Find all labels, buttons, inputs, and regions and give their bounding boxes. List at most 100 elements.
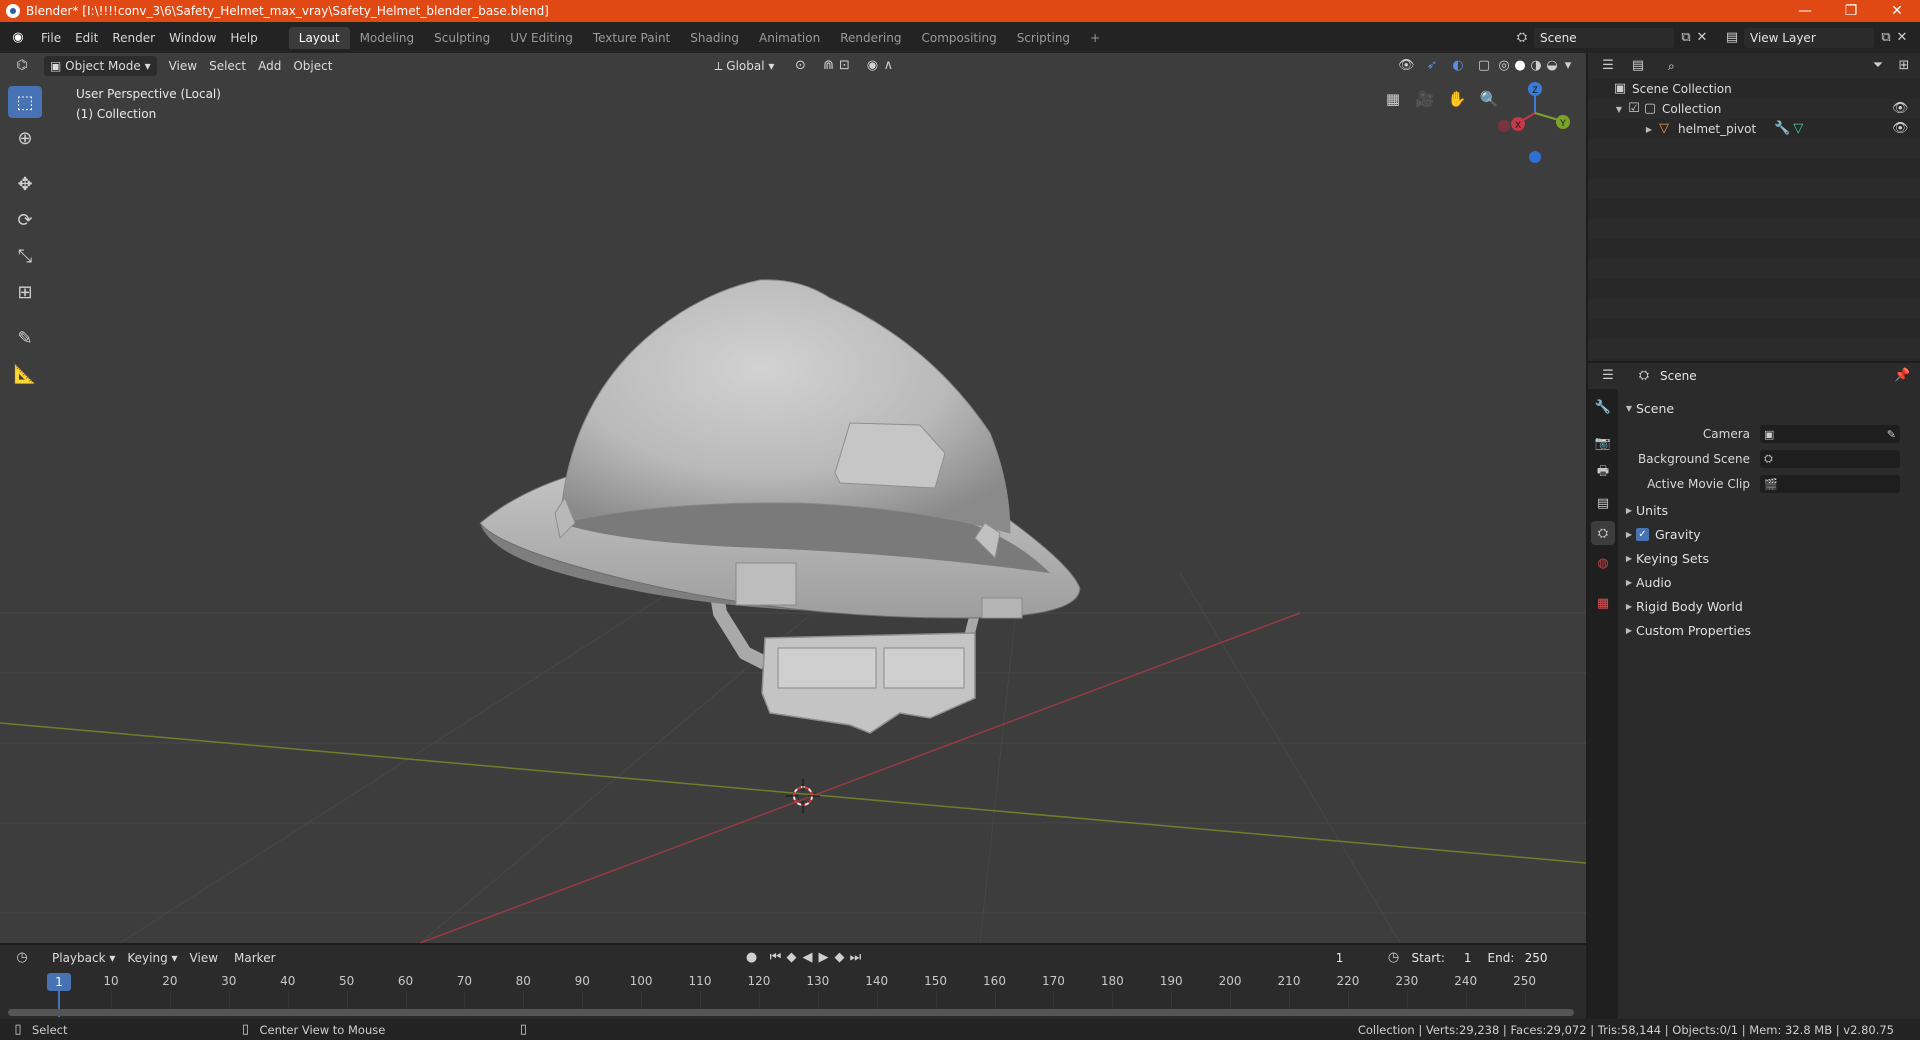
tab-render[interactable]: 📷 — [1591, 431, 1615, 455]
toggle-view-grid-icon[interactable]: ▦ — [1380, 86, 1406, 112]
transform-orientation-dropdown[interactable]: ⟂ Global ▾ — [708, 56, 780, 76]
snap-icon[interactable]: ⋒ — [820, 58, 836, 74]
tab-layout[interactable]: Layout — [288, 26, 350, 49]
jump-start-icon[interactable]: ⏮ — [768, 950, 784, 966]
rigid-body-world-panel-header[interactable]: ▶ Rigid Body World — [1622, 595, 1916, 617]
tab-scene[interactable]: ⛭ — [1591, 521, 1615, 545]
wireframe-shading-icon[interactable]: ◎ — [1496, 58, 1512, 74]
tab-view-layer[interactable]: ▤ — [1591, 491, 1615, 515]
camera-view-icon[interactable]: 🎥 — [1412, 86, 1438, 112]
rendered-shading-icon[interactable]: ◒ — [1544, 58, 1560, 74]
material-shading-icon[interactable]: ◑ — [1528, 58, 1544, 74]
scene-panel-header[interactable]: ▼ Scene — [1622, 397, 1916, 419]
remove-scene-icon[interactable]: ✕ — [1694, 30, 1710, 46]
timeline-menu-playback[interactable]: Playback ▾ — [46, 948, 121, 968]
measure-tool[interactable]: 📐 — [8, 358, 42, 390]
select-box-tool[interactable]: ⬚ — [8, 86, 42, 118]
3d-viewport[interactable]: Z X Y — [0, 53, 1586, 943]
xray-icon[interactable]: ▢ — [1476, 58, 1492, 74]
timeline-menu-view[interactable]: View — [184, 948, 224, 968]
outliner-row-collection[interactable]: ▼ ☑ ▢ Collection 👁 — [1588, 99, 1920, 119]
tab-output[interactable]: 🖶 — [1591, 461, 1615, 485]
end-frame-field[interactable]: End: 250 — [1481, 948, 1554, 968]
clock-icon[interactable]: ◷ — [1386, 950, 1402, 966]
tab-tool[interactable]: 🔧 — [1591, 395, 1615, 419]
playhead-frame-indicator[interactable]: 1 — [47, 973, 71, 991]
outliner-row-helmet-pivot[interactable]: ▶ ▽ helmet_pivot 🔧 ▽ 👁 — [1588, 119, 1920, 139]
properties-editor-icon[interactable]: ☰ — [1600, 368, 1616, 384]
tab-uv-editing[interactable]: UV Editing — [500, 27, 583, 49]
view-layer-selector[interactable]: View Layer — [1744, 27, 1874, 48]
play-icon[interactable]: ▶ — [816, 950, 832, 966]
checkbox-icon[interactable]: ☑ — [1626, 101, 1642, 117]
viewport-menu-add[interactable]: Add — [252, 56, 287, 76]
display-mode-icon[interactable]: ▤ — [1630, 58, 1646, 74]
visibility-icon[interactable]: 👁 — [1398, 58, 1415, 74]
keying-sets-panel-header[interactable]: ▶ Keying Sets — [1622, 547, 1916, 569]
viewport-menu-object[interactable]: Object — [287, 56, 338, 76]
proportional-edit-icon[interactable]: ◉ — [864, 58, 880, 74]
background-scene-field[interactable]: ⛭ — [1760, 450, 1900, 468]
move-tool[interactable]: ✥ — [8, 168, 42, 200]
remove-view-layer-icon[interactable]: ✕ — [1894, 30, 1910, 46]
annotate-tool[interactable]: ✎ — [8, 322, 42, 354]
minimize-button[interactable]: — — [1782, 0, 1828, 22]
falloff-icon[interactable]: ∧ — [880, 58, 896, 74]
filter-icon[interactable]: ⏷ — [1870, 58, 1886, 74]
solid-shading-icon[interactable]: ● — [1512, 58, 1528, 74]
outliner-editor-icon[interactable]: ☰ — [1600, 58, 1616, 74]
timeline-menu-keying[interactable]: Keying ▾ — [121, 948, 183, 968]
transform-tool[interactable]: ⊞ — [8, 276, 42, 308]
timeline-area[interactable]: 10 20 30 40 50 60 70 80 90 100 110 120 130 140 150 160 1… — [0, 971, 1586, 1019]
active-movie-clip-field[interactable]: 🎬 — [1760, 475, 1900, 493]
object-mode-dropdown[interactable]: ▣ Object Mode ▾ — [44, 56, 157, 76]
expand-triangle-icon[interactable]: ▶ — [1642, 125, 1656, 134]
editor-type-icon[interactable]: ⌬ — [14, 58, 30, 74]
close-button[interactable]: ✕ — [1874, 0, 1920, 22]
new-scene-icon[interactable]: ⧉ — [1678, 30, 1694, 46]
pivot-point-icon[interactable]: ⊙ — [792, 58, 808, 74]
viewport-menu-select[interactable]: Select — [203, 56, 252, 76]
new-view-layer-icon[interactable]: ⧉ — [1878, 30, 1894, 46]
blender-menu-icon[interactable]: ◉ — [10, 30, 26, 46]
menu-help[interactable]: Help — [223, 28, 264, 48]
timeline-scrollbar[interactable] — [8, 1009, 1574, 1016]
outliner-row-scene-collection[interactable]: ▣ Scene Collection — [1588, 79, 1920, 99]
snap-target-icon[interactable]: ⊡ — [836, 58, 852, 74]
eye-icon[interactable]: 👁 — [1892, 121, 1909, 137]
rotate-tool[interactable]: ⟳ — [8, 204, 42, 236]
menu-edit[interactable]: Edit — [68, 28, 105, 48]
new-collection-icon[interactable]: ⊞ — [1896, 58, 1912, 74]
helmet-mesh[interactable] — [479, 279, 1081, 734]
eye-icon[interactable]: 👁 — [1892, 101, 1909, 117]
tab-sculpting[interactable]: Sculpting — [424, 27, 500, 49]
menu-window[interactable]: Window — [162, 28, 223, 48]
3d-cursor-icon[interactable] — [786, 779, 820, 813]
pin-icon[interactable]: 📌 — [1894, 368, 1910, 384]
tab-modeling[interactable]: Modeling — [350, 27, 425, 49]
next-keyframe-icon[interactable]: ◆ — [832, 950, 848, 966]
camera-field[interactable]: ▣ ✎ — [1760, 425, 1900, 443]
shading-options-icon[interactable]: ▾ — [1560, 58, 1576, 74]
zoom-icon[interactable]: 🔍 — [1476, 86, 1502, 112]
menu-file[interactable]: File — [34, 28, 68, 48]
audio-panel-header[interactable]: ▶ Audio — [1622, 571, 1916, 593]
viewport-menu-view[interactable]: View — [163, 56, 203, 76]
scene-selector[interactable]: Scene — [1534, 27, 1674, 48]
play-reverse-icon[interactable]: ◀ — [800, 950, 816, 966]
timeline-editor-icon[interactable]: ◷ — [14, 950, 30, 966]
expand-triangle-icon[interactable]: ▼ — [1612, 105, 1626, 114]
overlay-toggle-icon[interactable]: ◐ — [1450, 58, 1466, 74]
gravity-checkbox[interactable]: ✓ — [1636, 527, 1649, 541]
add-workspace-button[interactable]: + — [1080, 27, 1110, 49]
jump-end-icon[interactable]: ⏭ — [848, 950, 864, 966]
eyedropper-icon[interactable]: ✎ — [1887, 428, 1896, 441]
pan-hand-icon[interactable]: ✋ — [1444, 86, 1470, 112]
tab-shading[interactable]: Shading — [680, 27, 749, 49]
start-frame-field[interactable]: Start: 1 — [1405, 948, 1478, 968]
restore-button[interactable]: ❐ — [1828, 0, 1874, 22]
tab-texture[interactable]: ▦ — [1591, 591, 1615, 615]
custom-properties-panel-header[interactable]: ▶ Custom Properties — [1622, 619, 1916, 641]
tab-animation[interactable]: Animation — [749, 27, 830, 49]
tab-rendering[interactable]: Rendering — [830, 27, 911, 49]
